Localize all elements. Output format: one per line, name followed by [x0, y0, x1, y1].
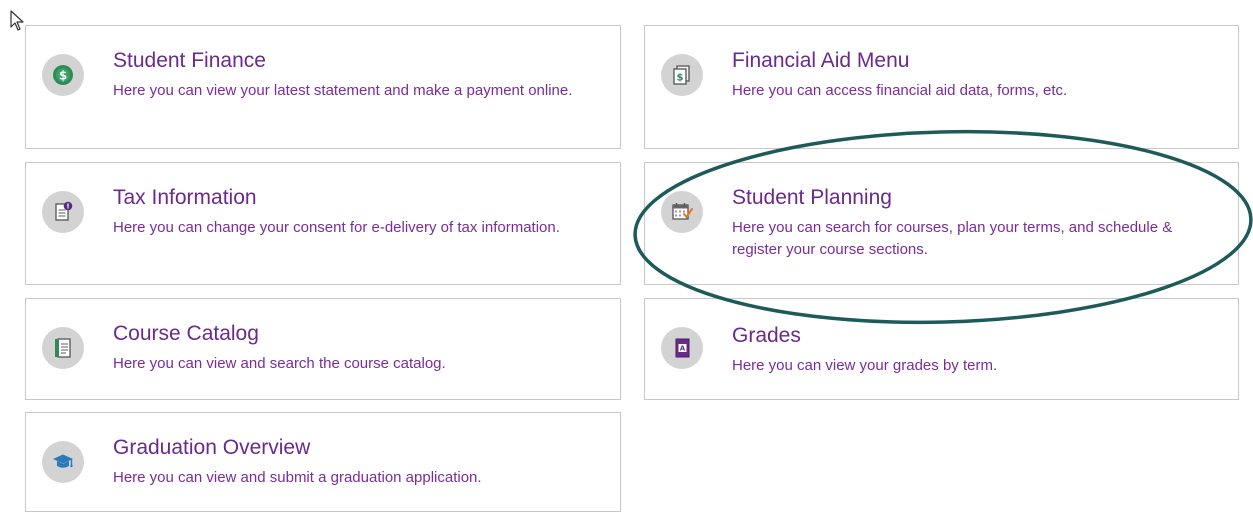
svg-text:A: A [680, 345, 686, 353]
graduation-cap-icon [42, 441, 84, 483]
tile-title[interactable]: Graduation Overview [113, 436, 310, 460]
tile-description: Here you can search for courses, plan yo… [732, 219, 1173, 258]
tile-description: Here you can view and submit a graduatio… [113, 469, 482, 486]
tile-description: Here you can view and search the course … [113, 355, 446, 372]
tile-tax-information[interactable]: ! Tax Information Here you can change yo… [25, 162, 621, 285]
tile-financial-aid-menu[interactable]: $ Financial Aid Menu Here you can access… [644, 25, 1239, 149]
tile-course-catalog[interactable]: Course Catalog Here you can view and sea… [25, 298, 621, 400]
tile-student-planning[interactable]: Student Planning Here you can search for… [644, 162, 1239, 285]
svg-text:!: ! [66, 203, 69, 211]
dollar-coin-icon: $ [42, 54, 84, 96]
tile-title[interactable]: Tax Information [113, 186, 257, 210]
svg-text:$: $ [677, 73, 684, 84]
tile-description: Here you can view your grades by term. [732, 357, 998, 374]
tile-graduation-overview[interactable]: Graduation Overview Here you can view an… [25, 412, 621, 512]
svg-text:$: $ [59, 69, 67, 83]
money-document-icon: $ [661, 54, 703, 96]
grade-book-icon: A [661, 327, 703, 369]
calendar-check-icon [661, 191, 703, 233]
catalog-book-icon [42, 327, 84, 369]
tax-document-icon: ! [42, 191, 84, 233]
tile-title[interactable]: Student Planning [732, 186, 892, 210]
tile-description: Here you can access financial aid data, … [732, 82, 1068, 99]
mouse-cursor-icon [10, 10, 24, 31]
tile-grades[interactable]: A Grades Here you can view your grades b… [644, 298, 1239, 400]
tile-description: Here you can change your consent for e-d… [113, 219, 560, 236]
tile-title[interactable]: Grades [732, 324, 801, 348]
tile-title[interactable]: Financial Aid Menu [732, 49, 909, 73]
tile-title[interactable]: Student Finance [113, 49, 266, 73]
tile-description: Here you can view your latest statement … [113, 82, 573, 99]
tile-student-finance[interactable]: $ Student Finance Here you can view your… [25, 25, 621, 149]
tile-title[interactable]: Course Catalog [113, 322, 259, 346]
